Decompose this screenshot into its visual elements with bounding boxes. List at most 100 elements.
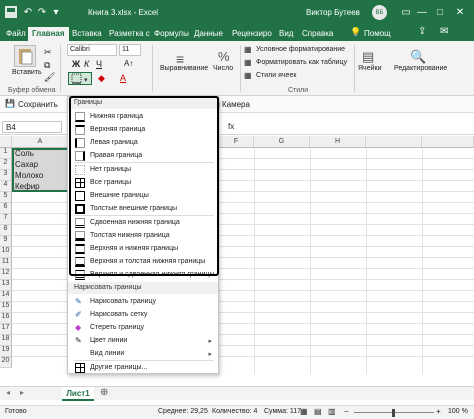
avatar[interactable]: ВБ bbox=[372, 5, 387, 20]
row-header-12[interactable]: 12 bbox=[0, 269, 12, 280]
row-header-19[interactable]: 19 bbox=[0, 346, 12, 357]
format-table-button[interactable]: Форматировать как таблицу bbox=[256, 59, 347, 66]
alignment-button[interactable]: Выравнивание bbox=[160, 65, 208, 72]
menu-item-left-border[interactable]: Левая граница bbox=[68, 136, 218, 149]
cut-icon[interactable]: ✂ bbox=[44, 47, 52, 58]
row-header-4[interactable]: 4 bbox=[0, 181, 12, 192]
menu-item-top-double-bottom-border[interactable]: Верхняя и сдвоенная нижняя границы bbox=[68, 268, 218, 281]
tab-home[interactable]: Главная bbox=[28, 27, 69, 41]
name-box[interactable]: B4 bbox=[2, 121, 62, 133]
row-header-15[interactable]: 15 bbox=[0, 302, 12, 313]
select-all-corner[interactable] bbox=[0, 136, 12, 148]
row-header-16[interactable]: 16 bbox=[0, 313, 12, 324]
copy-icon[interactable]: ⧉ bbox=[44, 60, 50, 71]
next-sheet-icon[interactable]: ▸ bbox=[20, 388, 24, 397]
camera-button[interactable]: Камера bbox=[222, 100, 250, 109]
row-header-6[interactable]: 6 bbox=[0, 203, 12, 214]
column-header[interactable] bbox=[422, 136, 474, 148]
font-color-icon[interactable]: A bbox=[120, 73, 126, 83]
user-name[interactable]: Виктор Бутеев bbox=[306, 8, 360, 17]
row-header-11[interactable]: 11 bbox=[0, 258, 12, 269]
row-header-10[interactable]: 10 bbox=[0, 247, 12, 258]
row-header-20[interactable]: 20 bbox=[0, 357, 12, 368]
menu-item-draw-grid[interactable]: ✐ Нарисовать сетку bbox=[68, 308, 218, 321]
underline-button[interactable]: Ч bbox=[96, 59, 102, 69]
row-header-2[interactable]: 2 bbox=[0, 159, 12, 170]
cell-styles-button[interactable]: Стили ячеек bbox=[256, 72, 296, 79]
menu-item-no-border[interactable]: Нет границы bbox=[68, 163, 218, 176]
zoom-in-icon[interactable]: + bbox=[436, 407, 441, 416]
menu-item-top-bottom-border[interactable]: Верхняя и нижняя границы bbox=[68, 242, 218, 255]
menu-item-thick-outside-borders[interactable]: Толстые внешние границы bbox=[68, 202, 218, 215]
tab-review[interactable]: Рецензиро bbox=[228, 27, 276, 41]
format-painter-icon[interactable]: 🖌 bbox=[44, 72, 55, 83]
maximize-icon[interactable]: □ bbox=[432, 4, 448, 20]
borders-button[interactable]: ▾ bbox=[68, 72, 92, 85]
tab-insert[interactable]: Вставка bbox=[68, 27, 106, 41]
zoom-out-icon[interactable]: − bbox=[344, 407, 349, 416]
row-header-9[interactable]: 9 bbox=[0, 236, 12, 247]
row-header-14[interactable]: 14 bbox=[0, 291, 12, 302]
number-icon[interactable]: % bbox=[218, 49, 230, 64]
save-button[interactable]: Сохранить bbox=[18, 100, 58, 109]
tab-file[interactable]: Файл bbox=[2, 27, 30, 41]
tab-data[interactable]: Данные bbox=[190, 27, 227, 41]
column-header-a[interactable]: A bbox=[12, 136, 69, 148]
comments-icon[interactable]: ✉ bbox=[440, 26, 448, 37]
column-header-g[interactable]: G bbox=[254, 136, 310, 148]
font-grow-icon[interactable]: A↑ bbox=[124, 59, 133, 68]
menu-item-right-border[interactable]: Правая граница bbox=[68, 149, 218, 162]
menu-item-draw-border[interactable]: ✎ Нарисовать границу bbox=[68, 295, 218, 308]
share-icon[interactable]: ⇪ bbox=[418, 26, 426, 37]
row-header-1[interactable]: 1 bbox=[0, 148, 12, 159]
cells-icon[interactable]: ▤ bbox=[362, 49, 374, 65]
menu-item-double-bottom-border[interactable]: Сдвоенная нижняя граница bbox=[68, 216, 218, 229]
column-header-f[interactable]: F bbox=[219, 136, 254, 148]
menu-item-line-style[interactable]: Вид линии ▸ bbox=[68, 347, 218, 360]
italic-button[interactable]: К bbox=[84, 59, 89, 69]
page-layout-view-icon[interactable]: ▤ bbox=[314, 407, 322, 416]
normal-view-icon[interactable]: ▦ bbox=[300, 407, 308, 416]
font-name-select[interactable]: Calibri bbox=[67, 44, 117, 56]
customize-qat-icon[interactable]: ▾ bbox=[48, 4, 64, 20]
menu-item-all-borders[interactable]: Все границы bbox=[68, 176, 218, 189]
row-header-7[interactable]: 7 bbox=[0, 214, 12, 225]
editing-icon[interactable]: 🔍 bbox=[410, 49, 426, 65]
fill-color-icon[interactable]: ◆ bbox=[98, 73, 105, 84]
menu-item-erase-border[interactable]: ◆ Стереть границу bbox=[68, 321, 218, 334]
zoom-level[interactable]: 100 % bbox=[448, 408, 468, 415]
cells-button[interactable]: Ячейки bbox=[358, 65, 381, 72]
tab-help[interactable]: Справка bbox=[298, 27, 337, 41]
row-header-8[interactable]: 8 bbox=[0, 225, 12, 236]
page-break-view-icon[interactable]: ▥ bbox=[328, 407, 336, 416]
autosave-icon[interactable] bbox=[3, 4, 19, 20]
conditional-format-button[interactable]: Условное форматирование bbox=[256, 46, 345, 53]
number-button[interactable]: Число bbox=[213, 65, 233, 72]
menu-item-line-color[interactable]: ✎ Цвет линии ▸ bbox=[68, 334, 218, 347]
editing-button[interactable]: Редактирование bbox=[394, 65, 447, 72]
minimize-icon[interactable]: — bbox=[414, 4, 430, 20]
prev-sheet-icon[interactable]: ◂ bbox=[6, 388, 10, 397]
row-header-3[interactable]: 3 bbox=[0, 170, 12, 181]
save-icon[interactable]: 💾 bbox=[5, 99, 15, 108]
tab-page-layout[interactable]: Разметка с bbox=[105, 27, 154, 41]
add-sheet-icon[interactable]: ⊕ bbox=[100, 387, 108, 398]
row-header-17[interactable]: 17 bbox=[0, 324, 12, 335]
fx-icon[interactable]: fx bbox=[228, 122, 234, 131]
font-size-select[interactable]: 11 bbox=[119, 44, 141, 56]
menu-item-more-borders[interactable]: Другие границы... bbox=[68, 361, 218, 374]
zoom-slider-thumb[interactable] bbox=[392, 409, 395, 417]
paste-button[interactable]: Вставить bbox=[12, 69, 42, 76]
column-header[interactable] bbox=[366, 136, 422, 148]
tab-view[interactable]: Вид bbox=[275, 27, 297, 41]
menu-item-top-thick-bottom-border[interactable]: Верхняя и толстая нижняя границы bbox=[68, 255, 218, 268]
tab-tell-me[interactable]: Помощ bbox=[360, 27, 395, 41]
column-header-h[interactable]: H bbox=[310, 136, 366, 148]
paste-icon[interactable] bbox=[14, 45, 36, 67]
ribbon-display-icon[interactable]: ▭ bbox=[398, 4, 414, 20]
bold-button[interactable]: Ж bbox=[72, 59, 80, 69]
close-icon[interactable]: ✕ bbox=[452, 4, 468, 20]
row-header-13[interactable]: 13 bbox=[0, 280, 12, 291]
menu-item-top-border[interactable]: Верхняя граница bbox=[68, 123, 218, 136]
menu-item-outside-borders[interactable]: Внешние границы bbox=[68, 189, 218, 202]
